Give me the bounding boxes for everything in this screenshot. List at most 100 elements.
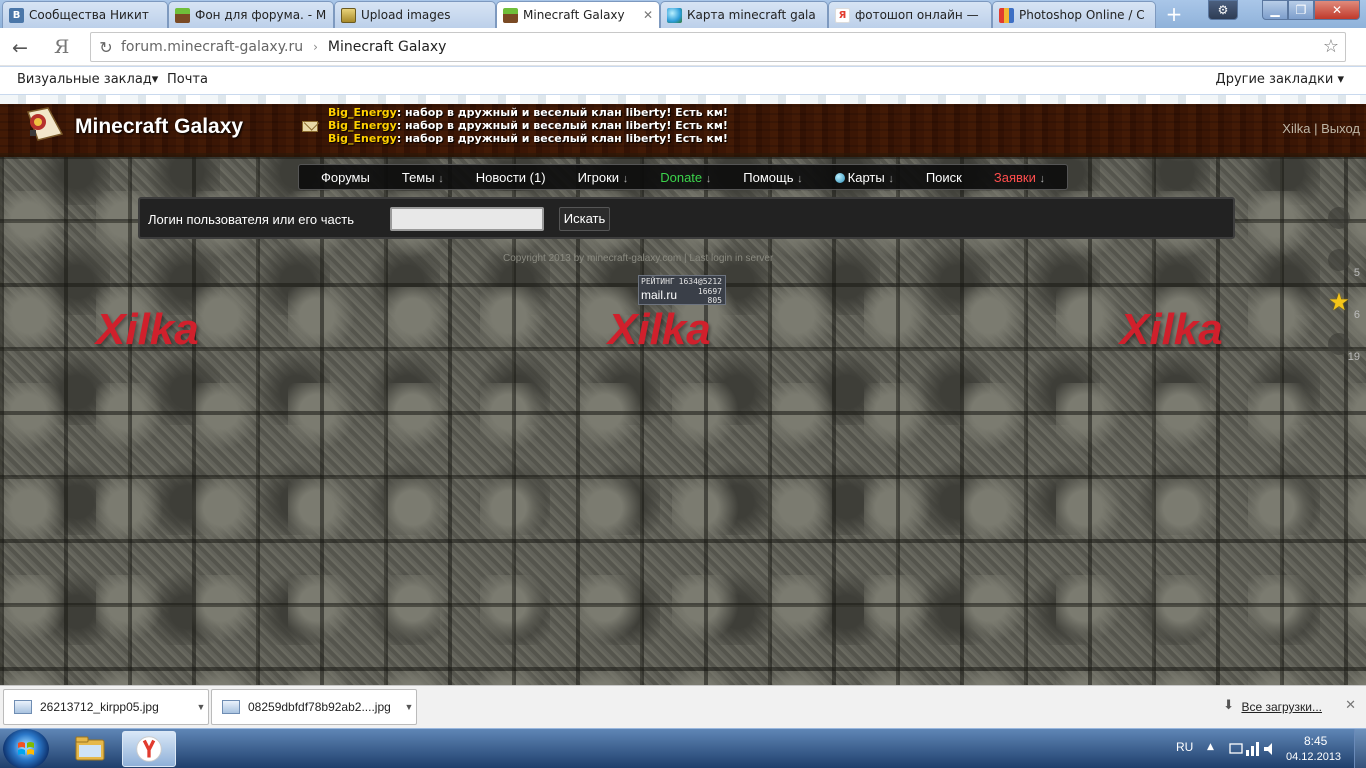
nav-label: Новости (1) <box>475 169 546 185</box>
user-search-label: Логин пользователя или его часть <box>148 212 354 227</box>
minecraft-grass-icon <box>175 7 190 23</box>
download-filename: 08259dbfdf78b92ab2....jpg <box>248 700 391 714</box>
tray-icons[interactable] <box>1228 741 1276 757</box>
tray-expand-icon[interactable]: ▲ <box>1207 742 1214 752</box>
address-bar[interactable]: ↻ forum.minecraft-galaxy.ru › Minecraft … <box>90 32 1346 62</box>
circle-icon <box>1328 249 1350 271</box>
all-downloads-link[interactable]: Все загрузки... <box>1241 700 1322 714</box>
nav-players[interactable]: Игроки ↓ <box>578 170 629 185</box>
download-item[interactable]: 08259dbfdf78b92ab2....jpg ▼ <box>211 689 417 725</box>
arrow-down-icon: ↓ <box>438 172 444 185</box>
chevron-down-icon[interactable]: ▼ <box>402 702 416 712</box>
side-count: 6 <box>1353 309 1360 321</box>
yandex-logo-icon[interactable]: Я <box>54 36 69 58</box>
globe-icon <box>667 7 682 23</box>
minecraft-grass-icon <box>503 7 518 23</box>
nav-help[interactable]: Помощь ↓ <box>743 170 802 185</box>
pickaxe-logo-icon[interactable] <box>24 104 66 144</box>
tab-minecraft-map[interactable]: Карта minecraft gala <box>660 1 828 28</box>
user-search-input[interactable] <box>390 207 544 231</box>
side-item[interactable]: 19 <box>1322 331 1362 363</box>
arrow-down-icon: ↓ <box>705 172 712 185</box>
clock-time[interactable]: 8:45 <box>1304 734 1327 748</box>
shout-author[interactable]: Big_Energy <box>328 132 397 145</box>
shout-message: : набор в дружный и веселый клан liberty… <box>396 132 728 145</box>
username-link[interactable]: Xilka <box>1282 121 1310 136</box>
snow-edge <box>0 95 1366 104</box>
watermark-text: Xilka <box>1120 305 1223 354</box>
minimize-window-button[interactable]: ▁ <box>1262 0 1288 20</box>
bookmark-mail[interactable]: Почта <box>167 72 208 87</box>
user-links: Xilka | Выход <box>1282 121 1360 136</box>
back-arrow-icon[interactable]: ← <box>12 37 28 59</box>
maximize-window-button[interactable]: ❐ <box>1288 0 1314 20</box>
side-item[interactable]: 5 <box>1322 247 1362 279</box>
counter-value: 805 <box>707 296 722 305</box>
close-icon[interactable]: ✕ <box>1345 698 1356 713</box>
show-desktop-button[interactable] <box>1354 729 1366 768</box>
side-item[interactable] <box>1322 205 1362 235</box>
nav-donate[interactable]: Donate ↓ <box>660 170 711 185</box>
chevron-down-icon[interactable]: ▼ <box>194 702 208 712</box>
tab-title: Upload images <box>361 8 451 22</box>
mail-envelope-icon[interactable] <box>302 121 318 132</box>
nav-label: Игроки <box>577 169 620 185</box>
globe-icon <box>834 172 845 183</box>
download-arrow-icon: ⬇ <box>1223 698 1234 713</box>
nav-search[interactable]: Поиск <box>926 170 962 185</box>
settings-gear-icon[interactable]: ⚙ <box>1208 0 1238 20</box>
close-window-button[interactable]: ✕ <box>1314 0 1360 20</box>
tab-photoshop-search[interactable]: Я фотошоп онлайн — <box>828 1 992 28</box>
taskbar: RU ▲ 8:45 04.12.2013 <box>0 728 1366 768</box>
nav-label: Заявки <box>993 169 1036 185</box>
watermark-text: Xilka <box>608 305 711 354</box>
shout-author[interactable]: Big_Energy <box>328 106 397 119</box>
download-item[interactable]: 26213712_kirpp05.jpg ▼ <box>3 689 209 725</box>
shout-author[interactable]: Big_Energy <box>328 119 397 132</box>
site-title[interactable]: Minecraft Galaxy <box>75 115 243 139</box>
tab-title: Minecraft Galaxy <box>523 8 625 22</box>
nav-applications[interactable]: Заявки ↓ <box>994 170 1045 185</box>
nav-maps[interactable]: Карты ↓ <box>834 170 894 185</box>
shout-message: : набор в дружный и веселый клан liberty… <box>396 106 728 119</box>
reload-icon[interactable]: ↻ <box>91 38 121 57</box>
search-button[interactable]: Искать <box>559 207 610 231</box>
bookmark-visual-bookmarks[interactable]: Визуальные заклад▾ <box>17 72 158 87</box>
nav-label: Помощь <box>743 169 794 185</box>
explorer-taskbar-button[interactable] <box>63 731 117 767</box>
page-viewport: Minecraft Galaxy Big_Energy: набор в дру… <box>0 95 1366 685</box>
side-count: 19 <box>1347 351 1360 363</box>
windows-logo-icon <box>18 742 34 755</box>
yandex-browser-taskbar-button[interactable] <box>122 731 176 767</box>
nav-forums[interactable]: Форумы <box>321 170 370 185</box>
nav-label: Поиск <box>925 169 962 185</box>
yandex-browser-icon <box>136 736 162 762</box>
yandex-icon: Я <box>835 7 850 23</box>
tab-minecraft-galaxy[interactable]: Minecraft Galaxy ✕ <box>496 1 660 28</box>
counter-total: 1634@5212 <box>678 277 722 286</box>
shoutbox: Big_Energy: набор в дружный и веселый кл… <box>328 106 728 145</box>
bookmark-star-icon[interactable]: ☆ <box>1323 36 1339 57</box>
clock-date[interactable]: 04.12.2013 <box>1286 751 1341 763</box>
nav-topics[interactable]: Темы ↓ <box>402 170 444 185</box>
tab-title: Photoshop Online / С <box>1019 8 1145 22</box>
close-tab-icon[interactable]: ✕ <box>643 8 653 22</box>
tab-forum-background[interactable]: Фон для форума. - М <box>168 1 334 28</box>
mailru-rating-counter[interactable]: РЕЙТИНГ 1634@5212 mail.ru 16697 805 <box>638 275 726 305</box>
nav-label: Donate <box>660 169 703 185</box>
side-item[interactable]: ★ 6 <box>1322 289 1362 321</box>
tab-photoshop-online[interactable]: Photoshop Online / С <box>992 1 1156 28</box>
user-search-panel: Логин пользователя или его часть Искать <box>138 197 1235 239</box>
new-tab-button[interactable]: + <box>1162 3 1186 25</box>
language-indicator[interactable]: RU <box>1176 740 1193 754</box>
shout-line: Big_Energy: набор в дружный и веселый кл… <box>328 119 728 132</box>
bookmark-other[interactable]: Другие закладки ▾ <box>1216 72 1344 87</box>
tab-vk-communities[interactable]: В Сообщества Никит <box>2 1 168 28</box>
nav-news[interactable]: Новости (1) <box>476 170 546 185</box>
main-nav: Форумы Темы ↓ Новости (1) Игроки ↓ Donat… <box>298 164 1068 190</box>
start-button[interactable] <box>3 729 49 768</box>
logout-link[interactable]: Выход <box>1321 121 1360 136</box>
counter-value: 16697 <box>697 287 722 296</box>
shout-line: Big_Energy: набор в дружный и веселый кл… <box>328 132 728 145</box>
tab-upload-images[interactable]: Upload images <box>334 1 496 28</box>
